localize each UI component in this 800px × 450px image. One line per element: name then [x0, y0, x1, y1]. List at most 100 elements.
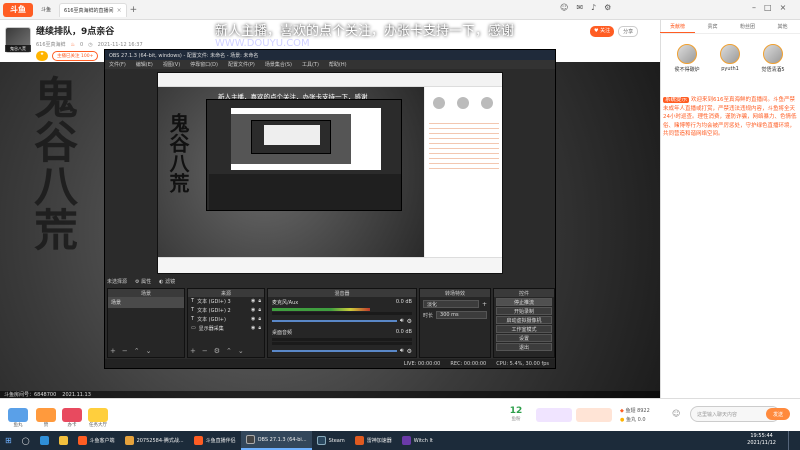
taskbar-app[interactable]: Steam: [312, 431, 350, 450]
up-icon[interactable]: ⌃: [226, 347, 232, 355]
add-icon[interactable]: +: [482, 301, 487, 308]
user-icon[interactable]: ☺: [560, 3, 568, 12]
obs-window[interactable]: OBS 27.1.3 (64-bit, windows) - 配置文件: 未命名…: [104, 49, 556, 369]
transition-select[interactable]: 淡化: [423, 300, 479, 308]
settings-icon[interactable]: ⚙: [604, 3, 611, 12]
source-item[interactable]: T 文本 (GDI+) 3 ◉ 🔒︎: [188, 297, 264, 306]
start-button[interactable]: ⊞: [0, 431, 17, 450]
source-item[interactable]: ▭ 显示器采集 ◉ 🔒︎: [188, 324, 264, 333]
up-icon[interactable]: ⌃: [134, 347, 140, 355]
stop-stream-button[interactable]: 停止推流: [496, 298, 552, 306]
menu-edit[interactable]: 编辑(E): [136, 61, 153, 68]
bell-icon[interactable]: ♪: [591, 3, 596, 12]
rank-item[interactable]: 觉悟清酒5: [753, 44, 793, 73]
mail-icon[interactable]: ✉: [576, 3, 583, 12]
tab-vip[interactable]: 贵宾: [695, 20, 730, 33]
follow-button[interactable]: ♥ 关注: [590, 26, 615, 37]
properties-button[interactable]: ⚙ 属性: [135, 278, 151, 285]
taskbar-app[interactable]: Witch It: [397, 431, 438, 450]
avatar-tag: 鬼谷八荒: [5, 45, 31, 52]
menu-file[interactable]: 文件(F): [109, 61, 126, 68]
channel-header: 麦克风/Aux 0.0 dB: [272, 299, 412, 306]
speaker-icon[interactable]: 🔊︎: [400, 317, 404, 325]
eye-icon[interactable]: ◉: [251, 298, 255, 305]
share-button[interactable]: 分享: [618, 26, 639, 37]
menu-view[interactable]: 视图(V): [163, 61, 180, 68]
filters-button[interactable]: ◐ 滤镜: [159, 278, 175, 285]
speaker-icon[interactable]: 🔊︎: [400, 347, 404, 355]
remove-icon[interactable]: −: [202, 347, 208, 355]
menu-profile[interactable]: 配置文件(P): [228, 61, 255, 68]
minimize-icon[interactable]: –: [752, 3, 756, 12]
add-icon[interactable]: +: [110, 347, 116, 355]
taskbar-app[interactable]: 雷神加速器: [350, 431, 397, 450]
mixer-panel: 混音器 麦克风/Aux 0.0 dB 🔊︎ ⚙ 桌面音频 0.0 dB 🔊︎ ⚙: [267, 288, 417, 358]
gift-like[interactable]: [36, 408, 56, 422]
obs-preview[interactable]: 新人主播，喜欢的点个关注，办张卡支持一下，感谢 鬼谷八荒: [157, 72, 503, 274]
lock-icon[interactable]: 🔒︎: [258, 307, 261, 314]
eye-icon[interactable]: ◉: [251, 316, 255, 323]
eye-icon[interactable]: ◉: [251, 325, 255, 332]
edge-button[interactable]: [35, 431, 54, 450]
eye-icon[interactable]: ◉: [251, 307, 255, 314]
lock-icon[interactable]: 🔒︎: [258, 298, 261, 305]
gift-yuwan[interactable]: [8, 408, 28, 422]
menu-docks[interactable]: 停靠窗口(D): [190, 61, 218, 68]
down-icon[interactable]: ⌄: [238, 347, 244, 355]
anchor-name[interactable]: 616至真海鲜: [36, 41, 66, 48]
smile-icon[interactable]: ☺: [672, 409, 680, 418]
show-desktop-button[interactable]: [788, 431, 800, 450]
menu-tools[interactable]: 工具(T): [302, 61, 319, 68]
volume-slider[interactable]: [272, 350, 397, 352]
maximize-icon[interactable]: □: [764, 3, 772, 12]
taskbar-app[interactable]: OBS 27.1.3 (64-bi...: [240, 431, 312, 450]
studio-mode-button[interactable]: 工作室模式: [496, 325, 552, 333]
close-window-icon[interactable]: ×: [780, 3, 787, 12]
tab-home[interactable]: 斗鱼: [37, 3, 55, 17]
down-icon[interactable]: ⌄: [146, 347, 152, 355]
explorer-button[interactable]: [54, 431, 73, 450]
close-icon[interactable]: ×: [117, 7, 122, 14]
taskbar-app[interactable]: 斗鱼客户端: [73, 431, 120, 450]
menu-help[interactable]: 帮助(H): [329, 61, 347, 68]
start-recording-button[interactable]: 开始录制: [496, 307, 552, 315]
gear-icon[interactable]: ⚙: [407, 348, 412, 355]
promo-banner[interactable]: [576, 408, 612, 422]
lock-icon[interactable]: 🔒︎: [258, 316, 261, 323]
tab-contribution[interactable]: 贡献榜: [660, 20, 695, 33]
virtual-camera-button[interactable]: 启动虚拟摄像机: [496, 316, 552, 324]
taskbar-app[interactable]: 20752584-腾式战...: [120, 431, 189, 450]
lock-icon[interactable]: 🔒︎: [258, 325, 261, 332]
follow-badge[interactable]: 主播已关注 100+: [52, 51, 99, 61]
search-button[interactable]: ◯: [17, 431, 35, 450]
gift-task-hall[interactable]: [88, 408, 108, 422]
obs-title-bar[interactable]: OBS 27.1.3 (64-bit, windows) - 配置文件: 未命名…: [105, 50, 555, 60]
gear-icon[interactable]: ⚙: [214, 347, 220, 355]
source-item[interactable]: T 文本 (GDI+) ◉ 🔒︎: [188, 315, 264, 324]
rank-item[interactable]: 侯不得碳炉: [667, 44, 707, 73]
promo-banner[interactable]: [536, 408, 572, 422]
gift-card[interactable]: [62, 408, 82, 422]
menu-scene-collection[interactable]: 场景集合(S): [265, 61, 292, 68]
taskbar-app[interactable]: 斗鱼直播伴侣: [189, 431, 241, 450]
add-icon[interactable]: +: [190, 347, 196, 355]
tab-other[interactable]: 其他: [765, 20, 800, 33]
gear-icon[interactable]: ⚙: [407, 318, 412, 325]
remove-icon[interactable]: −: [122, 347, 128, 355]
tab-fans[interactable]: 粉丝团: [730, 20, 765, 33]
system-clock[interactable]: 19:55:44 2021/11/12: [747, 433, 776, 447]
duration-input[interactable]: 300 ms: [436, 311, 487, 319]
rank-item[interactable]: pyuth1: [710, 44, 750, 72]
settings-button[interactable]: 设置: [496, 334, 552, 342]
source-item[interactable]: T 文本 (GDI+) 2 ◉ 🔒︎: [188, 306, 264, 315]
volume-slider[interactable]: [272, 320, 397, 322]
tab-room[interactable]: 616至真海鲜的直播间 ×: [59, 2, 127, 17]
exit-button[interactable]: 退出: [496, 343, 552, 351]
avatar: [720, 44, 740, 64]
douyu-logo[interactable]: 斗鱼: [3, 2, 33, 17]
send-button[interactable]: 发送: [766, 408, 790, 420]
app-label: OBS 27.1.3 (64-bi...: [257, 436, 307, 443]
fan-level[interactable]: 12 鱼粉: [506, 406, 526, 422]
scene-item[interactable]: 场景: [108, 297, 184, 308]
add-tab-icon[interactable]: +: [130, 5, 138, 15]
